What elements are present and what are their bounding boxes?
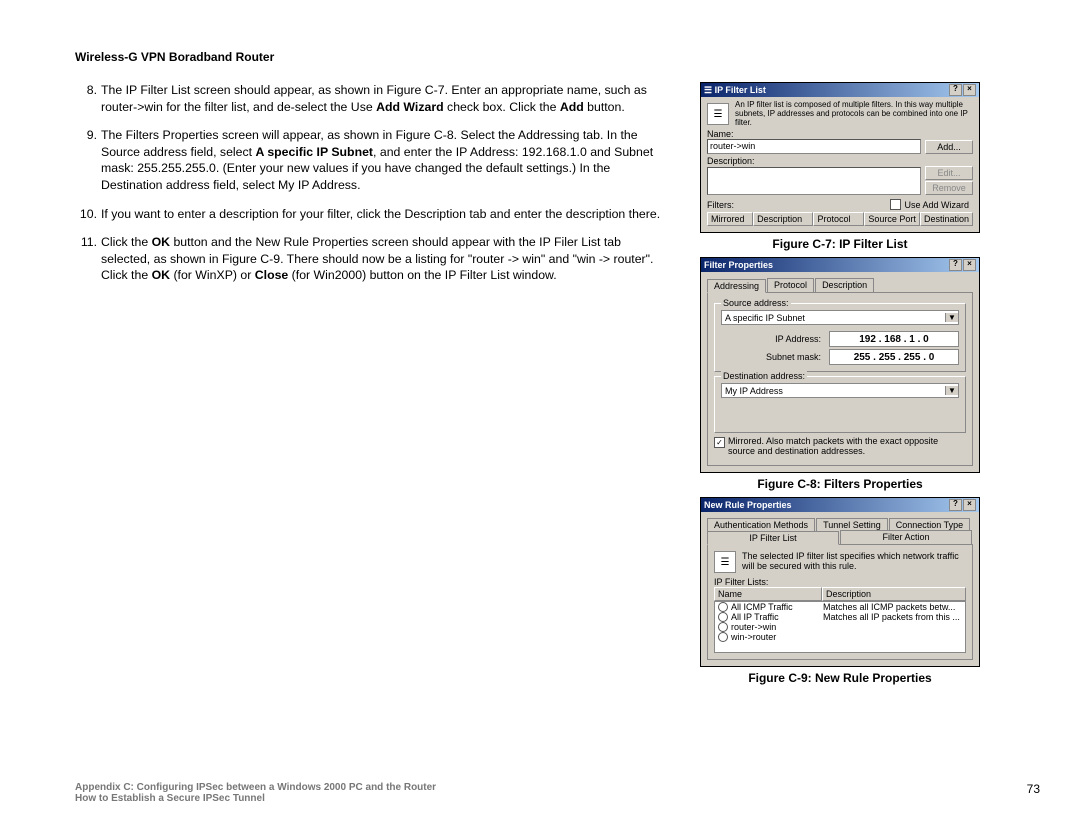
close-icon[interactable]: × xyxy=(963,259,976,271)
chevron-down-icon[interactable]: ▼ xyxy=(945,386,958,395)
mirrored-checkbox[interactable]: ✓ xyxy=(714,437,725,448)
footer: Appendix C: Configuring IPSec between a … xyxy=(75,782,1040,804)
source-combo[interactable]: A specific IP Subnet▼ xyxy=(721,310,959,325)
name-input[interactable]: router->win xyxy=(707,139,921,154)
add-button[interactable]: Add... xyxy=(925,140,973,154)
dest-combo[interactable]: My IP Address▼ xyxy=(721,383,959,398)
mask-input[interactable]: 255 . 255 . 255 . 0 xyxy=(829,349,959,365)
help-icon[interactable]: ? xyxy=(949,499,962,511)
fig8-dialog: Filter Properties ? × Addressing Protoco… xyxy=(700,257,980,473)
wizard-label: Use Add Wizard xyxy=(904,200,969,210)
dest-group: Destination address: xyxy=(721,371,807,381)
list-item[interactable]: win->router xyxy=(715,632,965,642)
tab-auth[interactable]: Authentication Methods xyxy=(707,518,815,531)
filters-label: Filters: xyxy=(707,200,734,210)
source-group: Source address: xyxy=(721,298,791,308)
radio-icon[interactable] xyxy=(718,612,728,622)
fig9-caption: Figure C-9: New Rule Properties xyxy=(700,671,980,685)
list-item[interactable]: All ICMP TrafficMatches all ICMP packets… xyxy=(715,602,965,612)
tab-description[interactable]: Description xyxy=(815,278,874,292)
step-item: 10.If you want to enter a description fo… xyxy=(75,206,670,223)
fig7-titlebar: ☰ IP Filter List ? × xyxy=(701,83,979,97)
wizard-checkbox[interactable] xyxy=(890,199,901,210)
step-item: 9.The Filters Properties screen will app… xyxy=(75,127,670,193)
ipfl-label: IP Filter Lists: xyxy=(714,577,962,587)
mask-label: Subnet mask: xyxy=(766,352,821,362)
fig9-dialog: New Rule Properties ? × Authentication M… xyxy=(700,497,980,667)
step-item: 11.Click the OK button and the New Rule … xyxy=(75,234,670,284)
fig8-caption: Figure C-8: Filters Properties xyxy=(700,477,980,491)
ip-label: IP Address: xyxy=(775,334,821,344)
tab-protocol[interactable]: Protocol xyxy=(767,278,814,292)
fig8-titlebar: Filter Properties ? × xyxy=(701,258,979,272)
help-icon[interactable]: ? xyxy=(949,259,962,271)
desc-label: Description: xyxy=(707,156,969,166)
edit-button: Edit... xyxy=(925,166,973,180)
info-icon: ☰ xyxy=(707,103,729,125)
chevron-down-icon[interactable]: ▼ xyxy=(945,313,958,322)
fig7-info: An IP filter list is composed of multipl… xyxy=(735,101,973,127)
remove-button: Remove xyxy=(925,181,973,195)
ip-input[interactable]: 192 . 168 . 1 . 0 xyxy=(829,331,959,347)
fig9-list[interactable]: All ICMP TrafficMatches all ICMP packets… xyxy=(714,601,966,653)
close-icon[interactable]: × xyxy=(963,84,976,96)
list-item[interactable]: router->win xyxy=(715,622,965,632)
info-icon: ☰ xyxy=(714,551,736,573)
page-header: Wireless-G VPN Boradband Router xyxy=(75,50,1040,64)
list-item[interactable]: All IP TrafficMatches all IP packets fro… xyxy=(715,612,965,622)
tab-ipfilter[interactable]: IP Filter List xyxy=(707,531,839,545)
radio-icon[interactable] xyxy=(718,602,728,612)
step-item: 8.The IP Filter List screen should appea… xyxy=(75,82,670,115)
radio-icon[interactable] xyxy=(718,632,728,642)
fig7-list-header: Mirrored Description Protocol Source Por… xyxy=(707,212,973,226)
help-icon[interactable]: ? xyxy=(949,84,962,96)
desc-input[interactable] xyxy=(707,167,921,195)
fig7-caption: Figure C-7: IP Filter List xyxy=(700,237,980,251)
tab-filteraction[interactable]: Filter Action xyxy=(840,530,972,544)
fig9-titlebar: New Rule Properties ? × xyxy=(701,498,979,512)
mirrored-label: Mirrored. Also match packets with the ex… xyxy=(728,437,962,457)
tab-addressing[interactable]: Addressing xyxy=(707,279,766,293)
fig7-dialog: ☰ IP Filter List ? × ☰ An IP filter list… xyxy=(700,82,980,233)
fig9-list-header: Name Description xyxy=(714,587,966,601)
name-label: Name: xyxy=(707,129,969,139)
radio-icon[interactable] xyxy=(718,622,728,632)
fig9-hint: The selected IP filter list specifies wh… xyxy=(742,552,962,572)
close-icon[interactable]: × xyxy=(963,499,976,511)
instruction-text: 8.The IP Filter List screen should appea… xyxy=(75,82,700,691)
